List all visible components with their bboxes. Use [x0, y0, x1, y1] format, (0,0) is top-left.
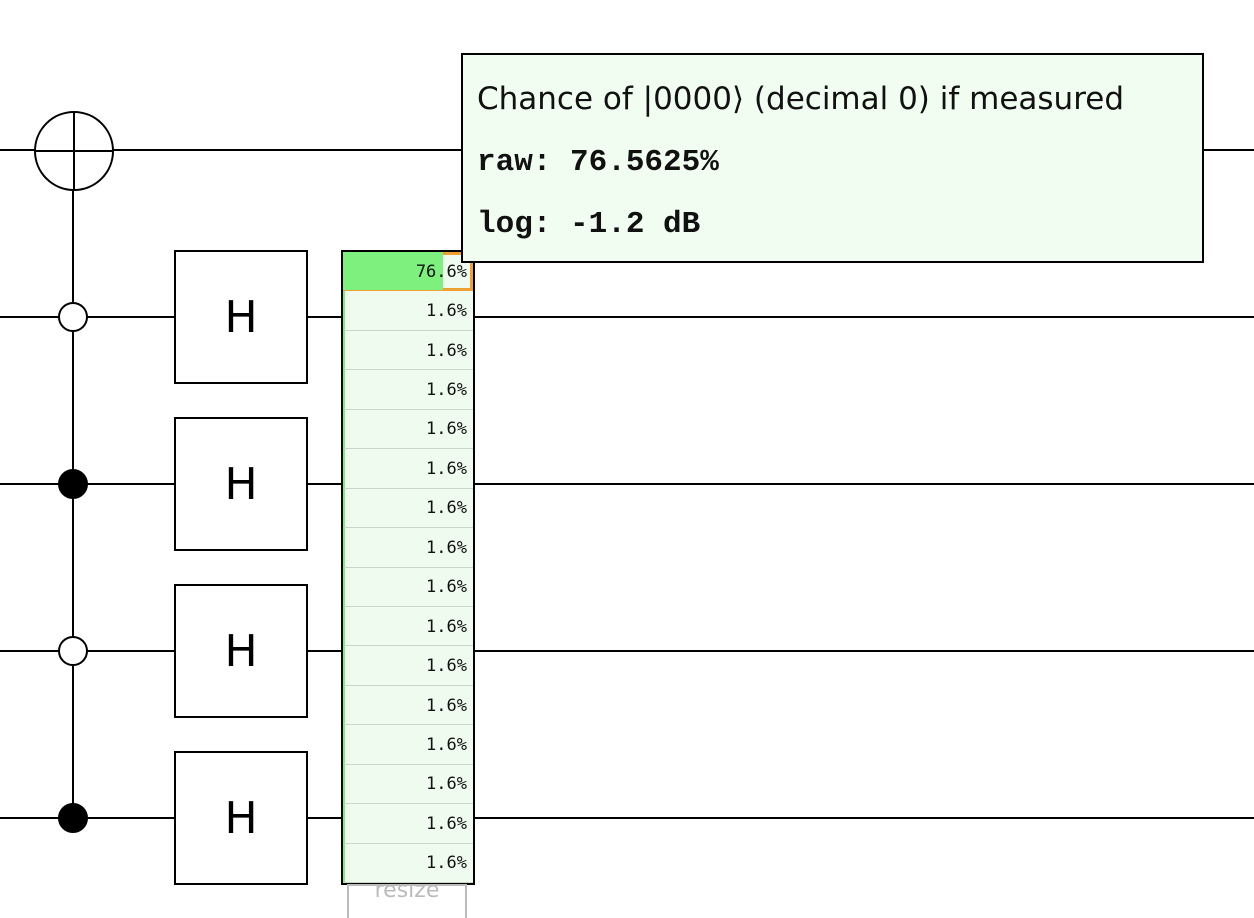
probability-label: 1.6% — [426, 616, 467, 637]
probability-label: 1.6% — [426, 695, 467, 716]
tooltip-title: Chance of |0000⟩ (decimal 0) if measured — [477, 81, 1125, 117]
probability-label: 1.6% — [426, 577, 467, 598]
probability-cell[interactable]: 1.6% — [343, 804, 473, 844]
probability-fill-bar — [343, 449, 346, 488]
probability-fill-bar — [343, 804, 346, 843]
probability-display[interactable]: 76.6% 1.6% 1.6% 1.6% 1.6% 1.6% 1.6% 1.6% 1.6% 1.6… — [341, 250, 475, 885]
hadamard-gate[interactable]: H — [174, 250, 308, 384]
probability-label: 1.6% — [426, 734, 467, 755]
probability-cell[interactable]: 1.6% — [343, 291, 473, 331]
probability-label: 1.6% — [426, 380, 467, 401]
control-dot-icon[interactable] — [58, 469, 88, 499]
hadamard-gate[interactable]: H — [174, 584, 308, 718]
probability-cell[interactable]: 1.6% — [343, 330, 473, 371]
probability-fill-bar — [343, 409, 346, 449]
probability-fill-bar — [343, 291, 346, 330]
probability-label: 1.6% — [426, 853, 467, 874]
hadamard-gate[interactable]: H — [174, 751, 308, 885]
probability-cell[interactable]: 76.6% — [343, 252, 473, 292]
probability-cell[interactable]: 1.6% — [343, 725, 473, 765]
probability-cell[interactable]: 1.6% — [343, 685, 473, 726]
probability-fill-bar — [343, 370, 346, 409]
probability-cell[interactable]: 1.6% — [343, 488, 473, 529]
probability-cell[interactable]: 1.6% — [343, 764, 473, 805]
probability-fill-bar — [343, 843, 346, 882]
probability-fill-bar — [343, 606, 346, 646]
probability-fill-bar — [343, 725, 346, 764]
probability-cell[interactable]: 1.6% — [343, 646, 473, 686]
probability-label: 1.6% — [426, 537, 467, 558]
anti-control-dot-icon[interactable] — [58, 302, 88, 332]
probability-label: 1.6% — [426, 656, 467, 677]
probability-fill-bar — [343, 330, 346, 370]
probability-fill-bar — [343, 685, 346, 725]
probability-cell[interactable]: 1.6% — [343, 567, 473, 607]
probability-label: 1.6% — [426, 419, 467, 440]
probability-label: 76.6% — [415, 261, 467, 282]
probability-fill-bar — [343, 488, 346, 528]
probability-cell[interactable]: 1.6% — [343, 370, 473, 410]
hadamard-gate[interactable]: H — [174, 417, 308, 551]
resize-handle[interactable]: resize — [347, 884, 467, 918]
probability-fill-bar — [343, 646, 346, 685]
tooltip: Chance of |0000⟩ (decimal 0) if measured… — [461, 53, 1204, 263]
anti-control-dot-icon[interactable] — [58, 636, 88, 666]
probability-label: 1.6% — [426, 301, 467, 322]
probability-cell[interactable]: 1.6% — [343, 409, 473, 450]
control-dot-icon[interactable] — [58, 803, 88, 833]
tooltip-raw-value: raw: 76.5625% — [477, 145, 719, 180]
probability-label: 1.6% — [426, 813, 467, 834]
probability-fill-bar — [343, 764, 346, 804]
probability-cell[interactable]: 1.6% — [343, 449, 473, 489]
tooltip-log-value: log: -1.2 dB — [477, 207, 701, 242]
probability-label: 1.6% — [426, 340, 467, 361]
probability-cell[interactable]: 1.6% — [343, 606, 473, 647]
probability-fill-bar — [343, 567, 346, 606]
probability-fill-bar — [343, 528, 346, 567]
probability-label: 1.6% — [426, 774, 467, 795]
probability-cell[interactable]: 1.6% — [343, 528, 473, 568]
probability-cell[interactable]: 1.6% — [343, 843, 473, 883]
x-target-icon[interactable] — [33, 110, 115, 192]
probability-label: 1.6% — [426, 458, 467, 479]
probability-label: 1.6% — [426, 498, 467, 519]
